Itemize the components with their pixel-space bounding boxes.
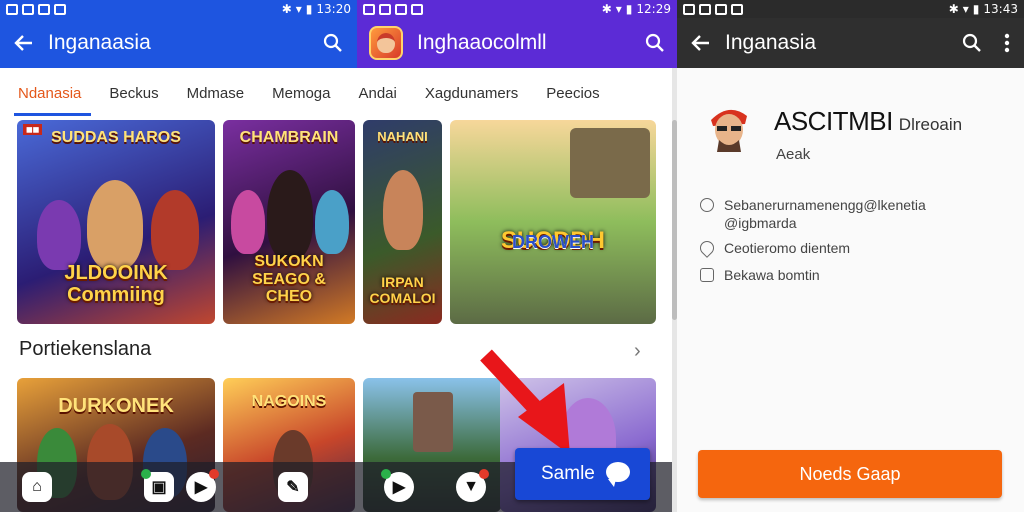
character-art (87, 180, 143, 270)
card-title: NAGOINS (251, 393, 327, 410)
home-icon[interactable]: ⌂ (22, 472, 52, 502)
status-bar-3: ✱ ▾ ▮ 13:43 (677, 0, 1024, 18)
card-title: IRPAN COMALOI (369, 274, 436, 306)
tab-ndanasia[interactable]: Ndanasia (13, 68, 92, 118)
tab-xagdunamers[interactable]: Xagdunamers (425, 68, 518, 118)
mail-icon (700, 198, 714, 212)
battery-icon: ▮ (625, 2, 633, 16)
section-title: Portiekenslana (19, 338, 152, 360)
character-art (151, 190, 199, 270)
arrow-left-icon[interactable] (14, 33, 34, 53)
category-tabs: Ndanasia Beckus Mdmase Memoga Andai Xagd… (0, 68, 677, 118)
character-art (37, 200, 81, 270)
library-icon[interactable]: ▣ (141, 469, 174, 502)
character-art (383, 170, 423, 250)
profile-subtitle: Aeak (776, 146, 811, 163)
search-icon[interactable] (962, 33, 982, 53)
wifi-icon: ▾ (615, 2, 622, 16)
bluetooth-icon: ✱ (281, 2, 292, 16)
arrow-annotation-icon (480, 349, 570, 455)
primary-button-label: Noeds Gaap (799, 463, 901, 484)
phone-text: Bekawa bomtin (724, 267, 820, 283)
bluetooth-icon: ✱ (601, 2, 612, 16)
card-title: JLDOOINK Commiing (64, 262, 168, 306)
download-icon[interactable]: ▼ (456, 469, 489, 502)
card-top-title: CHAMBRAIN (239, 129, 339, 146)
game-card[interactable]: CHAMBRAIN SUKOKN SEAGO & CHEO (223, 120, 355, 324)
profile-name-suffix: Dlreoain (898, 115, 963, 134)
heart-text: Ceotieromo dientem (724, 240, 851, 256)
tab-mdmase[interactable]: Mdmase (187, 68, 245, 118)
more-vert-icon[interactable] (1004, 33, 1010, 53)
tab-memoga[interactable]: Memoga (272, 68, 330, 118)
app-bar-title: Inganaasia (48, 31, 151, 54)
card-top-title: SUDDAS HAROS (51, 129, 181, 146)
character-art (267, 170, 313, 260)
play-icon[interactable]: ▶ (186, 469, 219, 502)
app-bar-1: Inganaasia (0, 18, 357, 68)
chat-bubble-icon (606, 462, 630, 487)
heart-icon (697, 238, 717, 258)
profile-name-text: ASCITMBI (774, 106, 893, 136)
phone-row[interactable]: Bekawa bomtin (700, 266, 820, 284)
status-time: 13:43 (983, 2, 1018, 16)
chevron-right-icon[interactable]: › (634, 340, 641, 363)
character-art (231, 190, 265, 254)
character-art (315, 190, 349, 254)
profile-name: ASCITMBI Dlreoain (774, 106, 962, 137)
play-icon[interactable]: ▶ (381, 469, 414, 502)
email-row[interactable]: Sebanerurnamenengg@lkenetia @igbmarda (700, 196, 926, 232)
sample-button-label: Samle (541, 463, 595, 484)
wifi-icon: ▾ (295, 2, 302, 16)
card-top-title: NAHANI (377, 129, 428, 144)
card-title: SUKOKN SEAGO & CHEO (252, 253, 326, 306)
game-card[interactable]: ◼◼ SUDDAS HAROS JLDOOINK Commiing (17, 120, 215, 324)
sample-button[interactable]: Samle (515, 448, 650, 500)
card-subtitle: DROWEH (512, 232, 594, 252)
app-bar-title: Inghaaocolmll (417, 31, 547, 54)
tower-art (413, 392, 453, 452)
game-card[interactable]: NAHANI IRPAN COMALOI (363, 120, 442, 324)
status-bar-2: ✱ ▾ ▮ 12:29 (357, 0, 677, 18)
email-line-2: @igbmarda (724, 215, 797, 231)
status-time: 12:29 (636, 2, 671, 16)
arrow-left-icon[interactable] (691, 33, 711, 53)
avatar[interactable] (705, 100, 753, 156)
game-card[interactable]: SUODDH DROWEH (450, 120, 656, 324)
profile-icon[interactable]: ✎ (278, 472, 308, 502)
phone-icon (700, 268, 714, 282)
app-bar-title: Inganasia (725, 31, 817, 54)
search-icon[interactable] (645, 33, 665, 53)
app-bar-2: Inghaaocolmll (357, 18, 677, 68)
email-line-1: Sebanerurnamenengg@lkenetia (724, 197, 926, 213)
tab-andai[interactable]: Andai (358, 68, 396, 118)
heart-row[interactable]: Ceotieromo dientem (697, 238, 851, 258)
status-time: 13:20 (316, 2, 351, 16)
castle-art (570, 128, 650, 198)
app-logo-icon (369, 26, 403, 60)
battery-icon: ▮ (972, 2, 980, 16)
card-title: DURKONEK (58, 395, 174, 417)
app-bar-3: Inganasia (677, 18, 1024, 68)
wifi-icon: ▾ (962, 2, 969, 16)
tab-peecios[interactable]: Peecios (546, 68, 599, 118)
primary-action-button[interactable]: Noeds Gaap (698, 450, 1002, 498)
search-icon[interactable] (323, 33, 343, 53)
status-bar-1: ✱ ▾ ▮ 13:20 (0, 0, 357, 18)
battery-icon: ▮ (305, 2, 313, 16)
tab-beckus[interactable]: Beckus (109, 68, 158, 118)
bluetooth-icon: ✱ (948, 2, 959, 16)
